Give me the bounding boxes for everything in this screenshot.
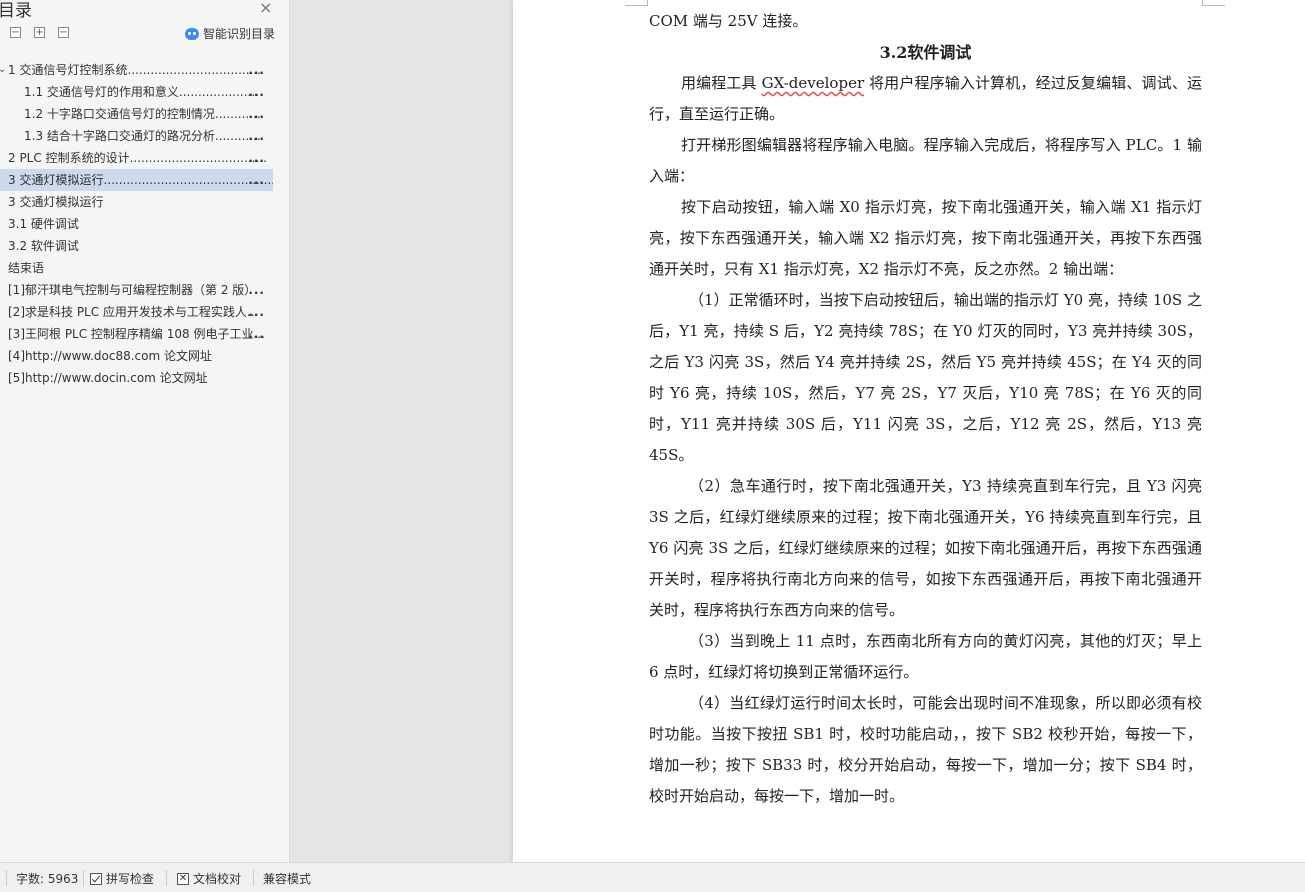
toc-item[interactable]: 3.2 软件调试 [0, 235, 273, 257]
toc-item-label: [5]http://www.docin.com 论文网址 [8, 371, 208, 385]
compat-mode[interactable]: 兼容模式 [263, 870, 311, 887]
toc-item-label: 3 交通灯模拟运行 [8, 195, 104, 209]
expand-all-button[interactable]: + [34, 27, 45, 38]
toc-item-label: [2]求是科技 PLC 应用开发技术与工程实践人... [8, 305, 259, 319]
doc-line: COM 端与 25V 连接。 [649, 12, 808, 30]
outline-title: 目录 [0, 1, 32, 21]
chevron-down-icon[interactable]: ⌄ [0, 59, 6, 81]
toc-item-ellipsis: ... [248, 283, 265, 297]
spell-check-label: 拼写检查 [106, 872, 155, 886]
toc-item-selected[interactable]: 3 交通灯模拟运行...............................… [0, 169, 273, 191]
doc-paragraph: （4）当红绿灯运行时间太长时，可能会出现时间不准现象，所以即必须有校时功能。当按… [649, 694, 1202, 805]
toc-item-label: [1]郁汗琪电气控制与可编程控制器（第 2 版） [8, 283, 257, 297]
toc-item-ellipsis: ... [248, 63, 265, 77]
status-separator [6, 870, 7, 886]
collapse-all-button[interactable]: − [10, 27, 21, 38]
doc-proof-button[interactable]: ✕ 文档校对 [177, 870, 241, 887]
toc-item-label: 结束语 [8, 261, 45, 275]
toc-item-label: 1.1 交通信号灯的作用和意义..................... [24, 85, 260, 99]
close-icon[interactable]: × [259, 0, 272, 17]
remove-heading-button[interactable]: − [58, 27, 69, 38]
doc-paragraph: 打开梯形图编辑器将程序输入电脑。程序输入完成后，将程序写入 PLC。1 输入端： [649, 136, 1202, 185]
smart-toc-label: 智能识别目录 [203, 27, 276, 41]
toc-item-label: 1.3 结合十字路口交通灯的路况分析............ [24, 129, 261, 143]
compat-mode-label: 兼容模式 [263, 872, 312, 886]
toc-item[interactable]: [5]http://www.docin.com 论文网址 [0, 367, 273, 389]
toc-item[interactable]: [1]郁汗琪电气控制与可编程控制器（第 2 版） ... [0, 279, 273, 301]
crop-mark-top-right [1202, 0, 1225, 6]
toc-item[interactable]: 1.3 结合十字路口交通灯的路况分析............ ... [0, 125, 273, 147]
toc-item-ellipsis: ... [248, 129, 265, 143]
toc-item[interactable]: [3]王阿根 PLC 控制程序精编 108 例电子工业... ... [0, 323, 273, 345]
smart-toc-button[interactable]: 智能识别目录 [185, 25, 275, 42]
robot-icon [185, 27, 199, 40]
toc-item[interactable]: ⌄ 1 交通信号灯控制系统...........................… [0, 59, 273, 81]
status-separator [83, 870, 84, 886]
toc-item-ellipsis: ... [248, 327, 265, 341]
doc-text: 用编程工具 [681, 74, 762, 92]
toc-item-label: 1 交通信号灯控制系统.............................… [8, 63, 261, 77]
toc-item[interactable]: 3 交通灯模拟运行 [0, 191, 273, 213]
toc-item[interactable]: [2]求是科技 PLC 应用开发技术与工程实践人... ... [0, 301, 273, 323]
toc-item[interactable]: 3.1 硬件调试 [0, 213, 273, 235]
spell-check-button[interactable]: 拼写检查 [90, 870, 154, 887]
toc-item-ellipsis: ... [248, 305, 265, 319]
toc-item-ellipsis: ... [248, 173, 265, 187]
doc-paragraph: （2）急车通行时，按下南北强通开关，Y3 持续亮直到车行完，且 Y3 闪亮 3S… [649, 477, 1202, 619]
doc-paragraph: （1）正常循环时，当按下启动按钮后，输出端的指示灯 Y0 亮，持续 10S 之后… [649, 291, 1202, 464]
toc-item-ellipsis: ... [248, 85, 265, 99]
section-heading: 3.2软件调试 [879, 43, 972, 62]
toc-item[interactable]: 1.2 十字路口交通信号灯的控制情况............ ... [0, 103, 273, 125]
toc-item[interactable]: 1.1 交通信号灯的作用和意义..................... ... [0, 81, 273, 103]
toc-item-label: 2 PLC 控制系统的设计...........................… [8, 151, 267, 165]
toc-item-ellipsis: ... [248, 151, 265, 165]
toc-item-label: 3.2 软件调试 [8, 239, 79, 253]
word-count[interactable]: 字数: 5963 [16, 870, 78, 887]
expand-icon: + [35, 27, 44, 38]
doc-paragraph: 用编程工具 GX-developer 将用户程序输入计算机，经过反复编辑、调试、… [649, 68, 1202, 130]
toc-item[interactable]: 2 PLC 控制系统的设计...........................… [0, 147, 273, 169]
doc-paragraph: 按下启动按钮，输入端 X0 指示灯亮，按下南北强通开关，输入端 X1 指示灯亮，… [649, 198, 1202, 278]
toc-list: ⌄ 1 交通信号灯控制系统...........................… [0, 59, 273, 389]
doc-proof-label: 文档校对 [193, 872, 242, 886]
doc-paragraph: （3）当到晚上 11 点时，东西南北所有方向的黄灯闪亮，其他的灯灭；早上 6 点… [649, 632, 1202, 681]
toc-item-label: [3]王阿根 PLC 控制程序精编 108 例电子工业... [8, 327, 265, 341]
outline-pane: 目录 × − + − 智能识别目录 ⌄ 1 交通信号灯控制系统.........… [0, 0, 290, 862]
proof-icon: ✕ [177, 872, 189, 885]
checkbox-icon [90, 872, 102, 885]
toc-item-label: [4]http://www.doc88.com 论文网址 [8, 349, 213, 363]
toc-item-label: 3 交通灯模拟运行...............................… [8, 173, 273, 187]
toc-item[interactable]: [4]http://www.doc88.com 论文网址 [0, 345, 273, 367]
crop-mark-top-left [625, 0, 648, 6]
spellcheck-underlined-word: GX-developer [761, 74, 865, 92]
minus-icon: − [59, 27, 68, 38]
status-separator [253, 870, 254, 886]
status-bar: 字数: 5963 拼写检查 ✕ 文档校对 兼容模式 [0, 862, 1305, 892]
word-count-label: 字数: 5963 [16, 872, 79, 886]
toc-item-label: 3.1 硬件调试 [8, 217, 79, 231]
document-body[interactable]: COM 端与 25V 连接。 3.2软件调试 用编程工具 GX-develope… [649, 6, 1202, 812]
toc-item-label: 1.2 十字路口交通信号灯的控制情况............ [24, 107, 261, 121]
collapse-icon: − [11, 27, 20, 38]
toc-item-ellipsis: ... [248, 107, 265, 121]
status-separator [166, 870, 167, 886]
toc-item[interactable]: 结束语 [0, 257, 273, 279]
